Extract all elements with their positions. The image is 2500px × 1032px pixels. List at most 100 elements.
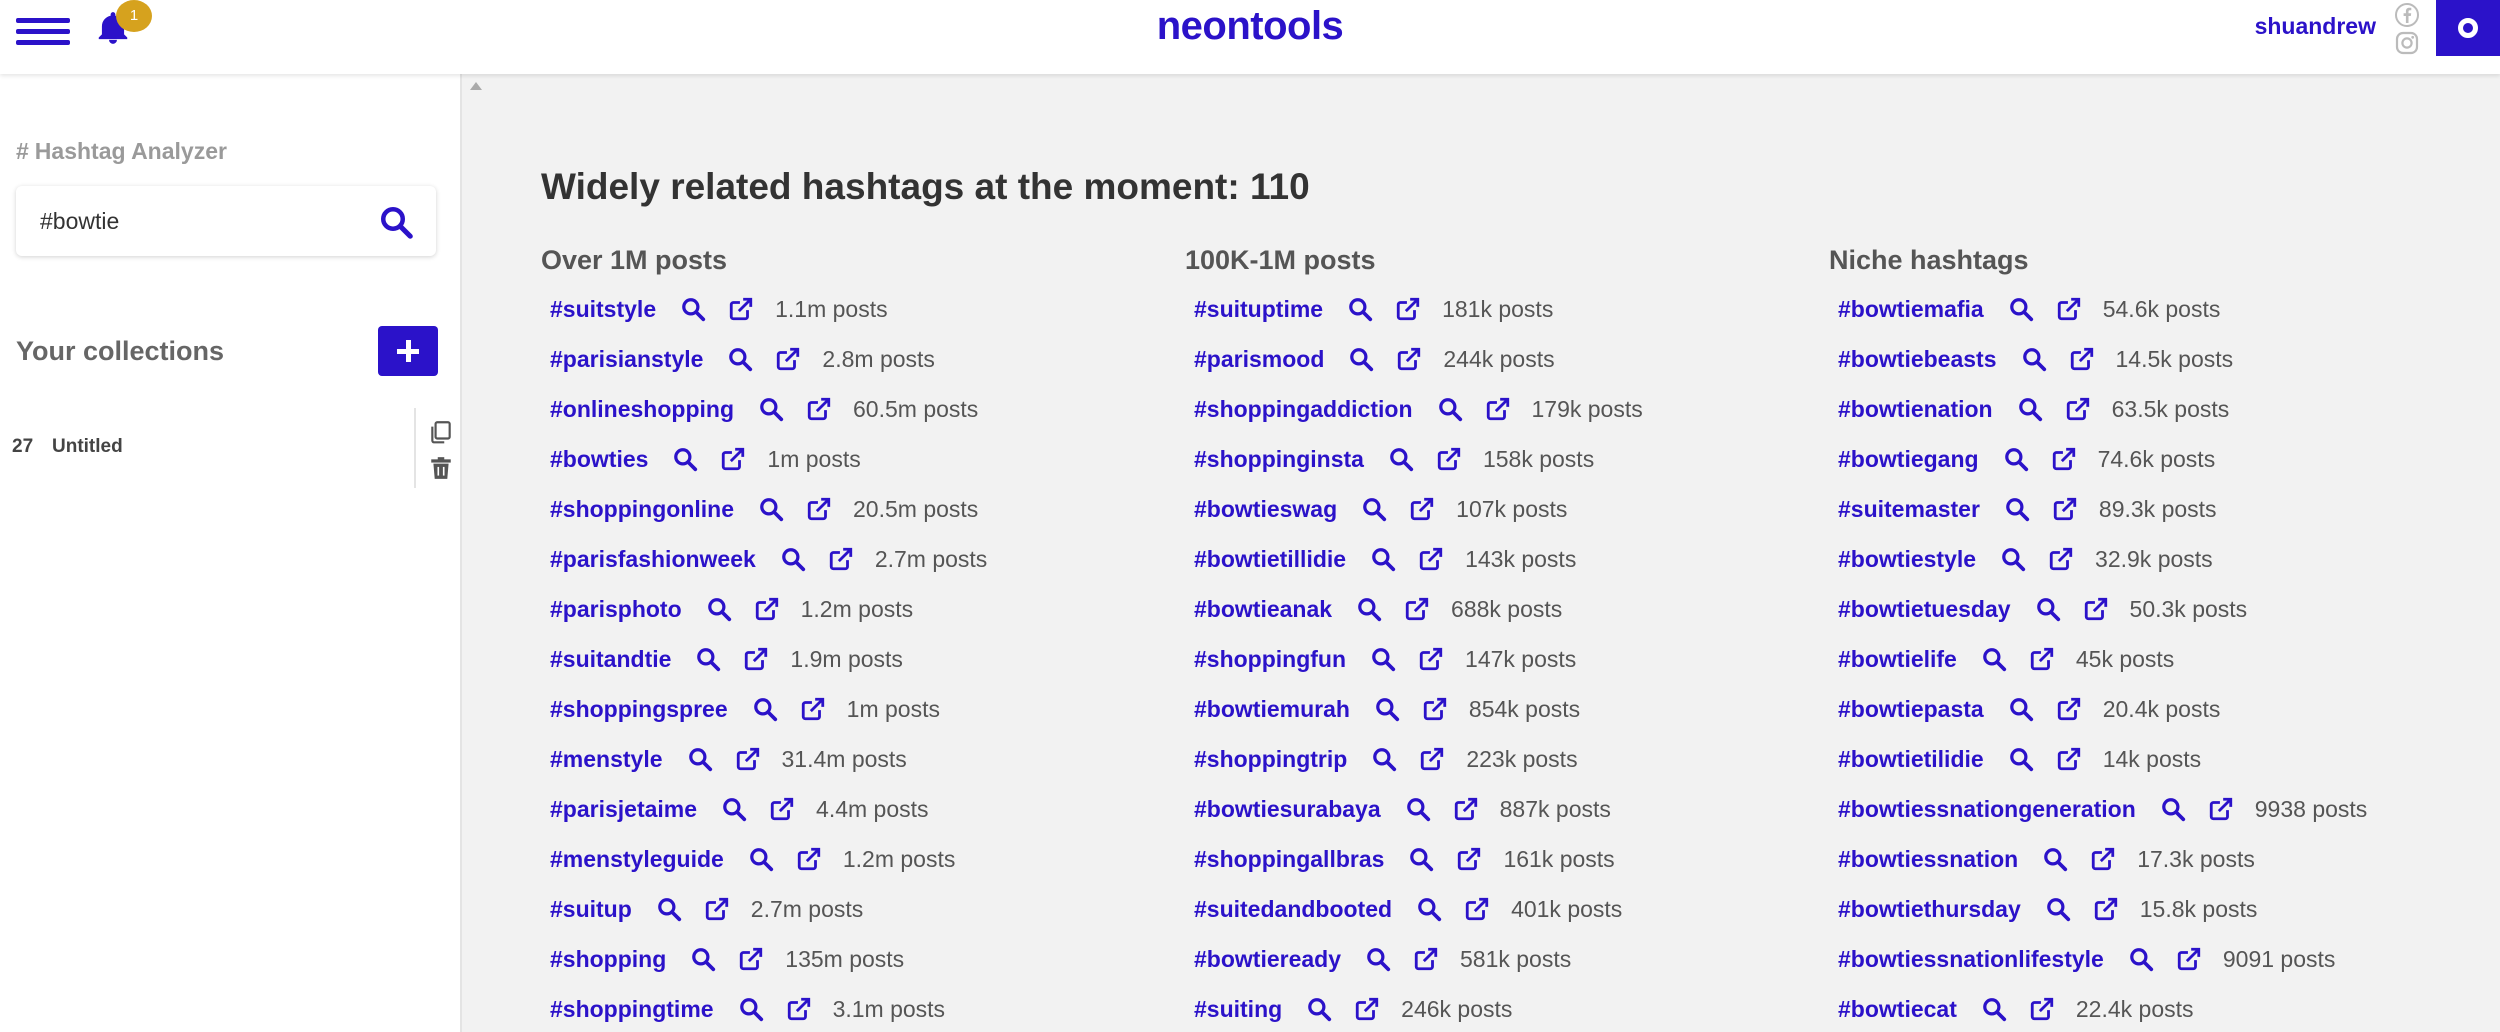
external-link-icon[interactable] [2029, 996, 2055, 1022]
external-link-icon[interactable] [828, 546, 854, 572]
hashtag-link[interactable]: #bowtiegang [1838, 446, 1979, 473]
hashtag-link[interactable]: #shoppingtrip [1194, 746, 1347, 773]
hashtag-link[interactable]: #shoppingonline [550, 496, 734, 523]
search-icon[interactable] [1437, 396, 1463, 422]
hamburger-menu-icon[interactable] [16, 18, 70, 46]
hashtag-link[interactable]: #bowtiecat [1838, 996, 1957, 1023]
search-icon[interactable] [690, 946, 716, 972]
hashtag-link[interactable]: #onlineshopping [550, 396, 734, 423]
hashtag-link[interactable]: #bowtiestyle [1838, 546, 1976, 573]
search-icon[interactable] [2128, 946, 2154, 972]
search-icon[interactable] [1348, 346, 1374, 372]
search-icon[interactable] [758, 396, 784, 422]
external-link-icon[interactable] [2056, 696, 2082, 722]
search-icon[interactable] [656, 896, 682, 922]
search-icon[interactable] [758, 496, 784, 522]
external-link-icon[interactable] [2083, 596, 2109, 622]
search-icon[interactable] [2017, 396, 2043, 422]
external-link-icon[interactable] [796, 846, 822, 872]
hashtag-link[interactable]: #bowtiessnationgeneration [1838, 796, 2136, 823]
hashtag-link[interactable]: #bowtiepasta [1838, 696, 1984, 723]
search-icon[interactable] [1374, 696, 1400, 722]
external-link-icon[interactable] [1422, 696, 1448, 722]
hashtag-link[interactable]: #bowtiebeasts [1838, 346, 1997, 373]
profile-button[interactable] [2436, 0, 2500, 56]
hashtag-link[interactable]: #bowtiessnation [1838, 846, 2018, 873]
external-link-icon[interactable] [1453, 796, 1479, 822]
collection-item[interactable]: 27 Untitled [0, 408, 414, 488]
hashtag-link[interactable]: #parisphoto [550, 596, 682, 623]
search-icon[interactable] [1408, 846, 1434, 872]
external-link-icon[interactable] [2029, 646, 2055, 672]
external-link-icon[interactable] [754, 596, 780, 622]
external-link-icon[interactable] [2090, 846, 2116, 872]
search-icon[interactable] [378, 204, 414, 240]
hashtag-link[interactable]: #bowtieswag [1194, 496, 1337, 523]
search-icon[interactable] [1370, 546, 1396, 572]
hashtag-link[interactable]: #bowtiemurah [1194, 696, 1350, 723]
search-icon[interactable] [2035, 596, 2061, 622]
hashtag-link[interactable]: #bowtielife [1838, 646, 1957, 673]
external-link-icon[interactable] [735, 746, 761, 772]
instagram-icon[interactable] [2394, 30, 2420, 56]
external-link-icon[interactable] [2093, 896, 2119, 922]
search-icon[interactable] [2004, 496, 2030, 522]
scroll-up-arrow-icon[interactable] [470, 82, 482, 90]
username-link[interactable]: shuandrew [2255, 13, 2376, 40]
search-icon[interactable] [687, 746, 713, 772]
hashtag-link[interactable]: #shoppingaddiction [1194, 396, 1413, 423]
search-icon[interactable] [1370, 646, 1396, 672]
external-link-icon[interactable] [1395, 296, 1421, 322]
external-link-icon[interactable] [2176, 946, 2202, 972]
search-icon[interactable] [1416, 896, 1442, 922]
search-icon[interactable] [2008, 746, 2034, 772]
hashtag-link[interactable]: #bowtiessnationlifestyle [1838, 946, 2104, 973]
external-link-icon[interactable] [738, 946, 764, 972]
external-link-icon[interactable] [1418, 546, 1444, 572]
hashtag-link[interactable]: #suitup [550, 896, 632, 923]
hashtag-link[interactable]: #bowtietilidie [1838, 746, 1984, 773]
hashtag-link[interactable]: #suitedandbooted [1194, 896, 1392, 923]
search-icon[interactable] [1347, 296, 1373, 322]
hashtag-link[interactable]: #suitandtie [550, 646, 671, 673]
hashtag-link[interactable]: #suituptime [1194, 296, 1323, 323]
external-link-icon[interactable] [806, 496, 832, 522]
facebook-icon[interactable] [2394, 2, 2420, 28]
search-icon[interactable] [780, 546, 806, 572]
search-icon[interactable] [752, 696, 778, 722]
external-link-icon[interactable] [1396, 346, 1422, 372]
hashtag-link[interactable]: #suitemaster [1838, 496, 1980, 523]
hashtag-link[interactable]: #shoppingallbras [1194, 846, 1384, 873]
external-link-icon[interactable] [2069, 346, 2095, 372]
hashtag-link[interactable]: #menstyle [550, 746, 663, 773]
external-link-icon[interactable] [2065, 396, 2091, 422]
hashtag-link[interactable]: #bowtieready [1194, 946, 1341, 973]
search-icon[interactable] [2008, 696, 2034, 722]
external-link-icon[interactable] [1409, 496, 1435, 522]
hashtag-link[interactable]: #shoppinginsta [1194, 446, 1364, 473]
hashtag-link[interactable]: #bowtietillidie [1194, 546, 1346, 573]
hashtag-link[interactable]: #suitstyle [550, 296, 656, 323]
external-link-icon[interactable] [728, 296, 754, 322]
external-link-icon[interactable] [1404, 596, 1430, 622]
search-icon[interactable] [706, 596, 732, 622]
search-icon[interactable] [1981, 646, 2007, 672]
external-link-icon[interactable] [1419, 746, 1445, 772]
search-icon[interactable] [672, 446, 698, 472]
external-link-icon[interactable] [2052, 496, 2078, 522]
hashtag-link[interactable]: #bowtiemafia [1838, 296, 1984, 323]
hashtag-link[interactable]: #parisjetaime [550, 796, 697, 823]
search-icon[interactable] [1371, 746, 1397, 772]
external-link-icon[interactable] [720, 446, 746, 472]
external-link-icon[interactable] [743, 646, 769, 672]
search-icon[interactable] [2042, 846, 2068, 872]
search-icon[interactable] [1356, 596, 1382, 622]
search-icon[interactable] [721, 796, 747, 822]
external-link-icon[interactable] [1413, 946, 1439, 972]
hashtag-link[interactable]: #menstyleguide [550, 846, 724, 873]
external-link-icon[interactable] [769, 796, 795, 822]
external-link-icon[interactable] [1354, 996, 1380, 1022]
search-icon[interactable] [2008, 296, 2034, 322]
search-icon[interactable] [1388, 446, 1414, 472]
search-icon[interactable] [680, 296, 706, 322]
